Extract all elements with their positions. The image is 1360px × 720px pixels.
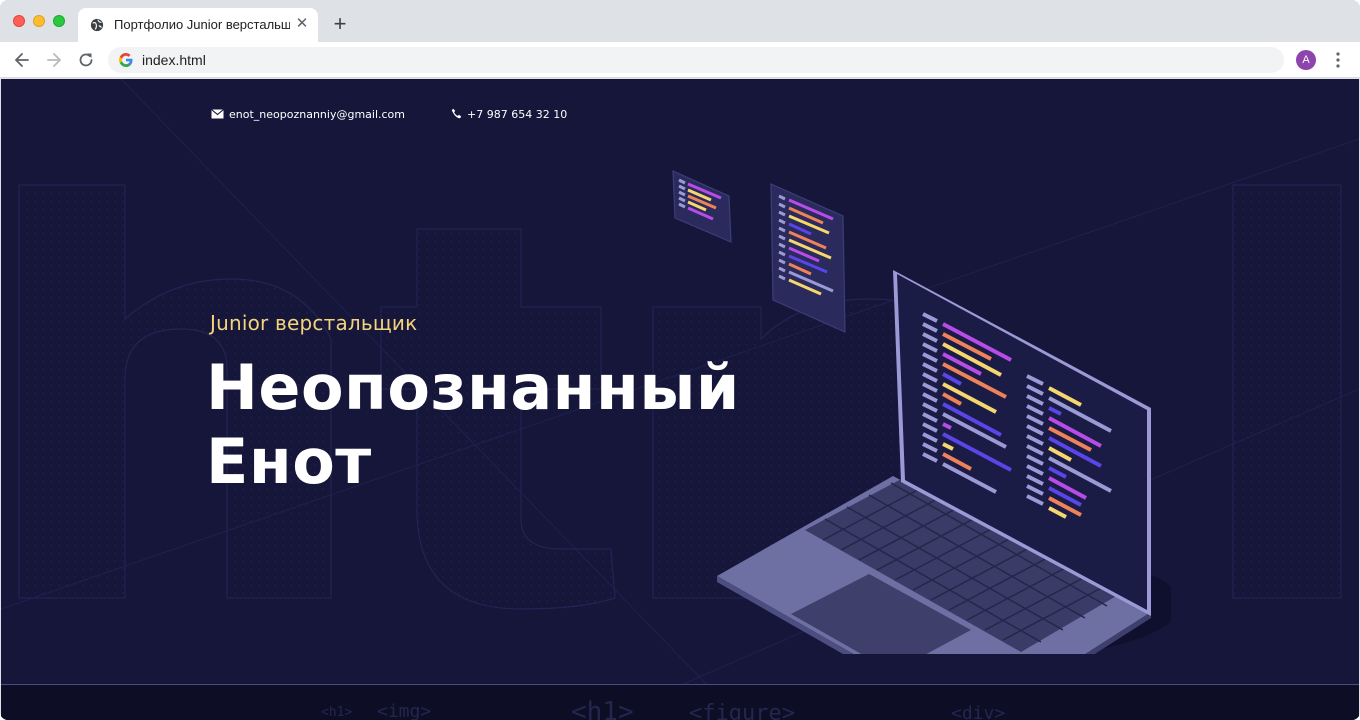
contact-phone[interactable]: +7 987 654 32 10 [451, 108, 567, 124]
decorative-tag: <div> [951, 703, 1006, 720]
hero-title-line-2: Енот [206, 425, 372, 498]
laptop-illustration [672, 170, 1171, 654]
close-window-button[interactable] [13, 15, 25, 27]
tab-title: Портфолио Junior верстальщика [114, 17, 290, 32]
email-text: enot_neopoznanniy@gmail.com [229, 108, 405, 121]
profile-avatar[interactable]: A [1296, 50, 1316, 70]
decorative-tags: <h1> <img> <h1> <figure> <div> [1, 685, 1359, 720]
google-g-icon [119, 53, 133, 67]
decorative-tag: <figure> [689, 701, 795, 720]
phone-icon [451, 108, 462, 119]
arrow-right-icon[interactable] [44, 50, 64, 70]
new-tab-button[interactable]: + [330, 13, 350, 35]
contact-email[interactable]: enot_neopoznanniy@gmail.com [211, 108, 405, 124]
hero-title: Неопознанный Енот [206, 351, 740, 499]
page-viewport: enot_neopoznanniy@gmail.com +7 987 654 3… [1, 79, 1359, 720]
next-section-band: <h1> <img> <h1> <figure> <div> [1, 684, 1359, 720]
decorative-tag: <img> [377, 701, 432, 720]
url-text: index.html [142, 52, 206, 68]
globe-icon [90, 18, 104, 32]
browser-toolbar: index.html A [0, 42, 1360, 78]
decorative-tag: <h1> [571, 697, 634, 720]
reload-icon[interactable] [76, 50, 96, 70]
floating-code-card-large [770, 183, 846, 333]
more-vertical-icon[interactable] [1330, 50, 1346, 70]
tab-close-icon[interactable]: ✕ [294, 16, 310, 32]
hero-subtitle: Junior верстальщик [210, 311, 418, 335]
browser-window: Портфолио Junior верстальщика ✕ + index.… [0, 0, 1360, 720]
browser-tab[interactable]: Портфолио Junior верстальщика ✕ [78, 8, 318, 42]
hero-title-line-1: Неопознанный [206, 351, 740, 424]
maximize-window-button[interactable] [53, 15, 65, 27]
title-bar: Портфолио Junior верстальщика ✕ + [0, 0, 1360, 42]
minimize-window-button[interactable] [33, 15, 45, 27]
decorative-tag: <h1> [321, 705, 353, 720]
envelope-icon [211, 109, 224, 119]
arrow-left-icon[interactable] [12, 50, 32, 70]
floating-code-card-small [672, 170, 732, 243]
phone-text: +7 987 654 32 10 [467, 108, 568, 121]
address-bar[interactable]: index.html [108, 47, 1284, 73]
